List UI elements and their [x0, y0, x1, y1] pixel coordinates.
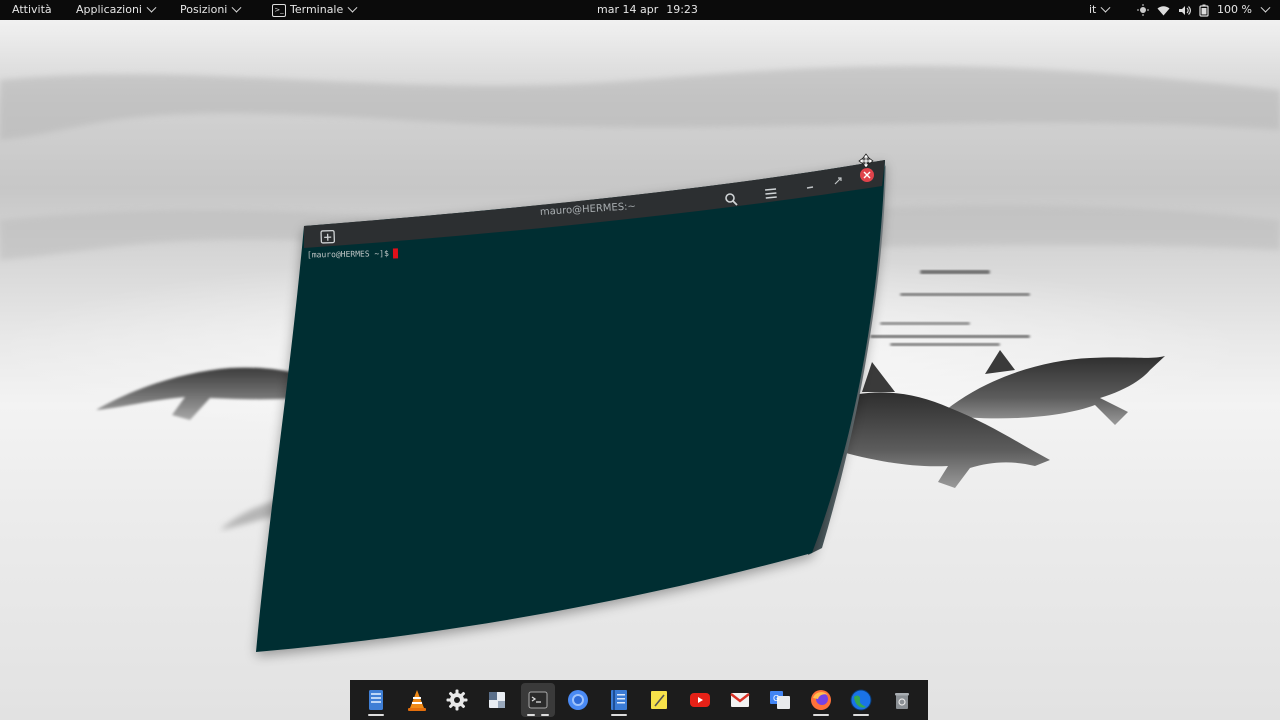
desktop-wallpaper	[0, 20, 1280, 720]
terminal-icon: >_	[272, 3, 286, 17]
applications-label: Applicazioni	[76, 3, 142, 16]
activities-label: Attività	[12, 3, 52, 16]
top-bar: Attività Applicazioni Posizioni >_ Termi…	[0, 0, 1280, 20]
dock-item-translate[interactable]: G	[763, 683, 797, 717]
running-indicator	[853, 714, 870, 716]
screenshot-icon	[489, 692, 506, 708]
dock-item-trash[interactable]	[885, 683, 919, 717]
running-indicator	[610, 714, 627, 716]
night-light-icon	[1137, 4, 1149, 16]
dock-item-chrome[interactable]	[561, 683, 595, 717]
search-button[interactable]	[719, 188, 743, 210]
system-status-menu[interactable]: 100 %	[1137, 0, 1271, 20]
trash-icon	[894, 693, 909, 709]
chevron-down-icon	[1260, 2, 1271, 13]
gear-icon	[446, 689, 468, 711]
chevron-down-icon	[231, 2, 242, 13]
dock-item-terminal[interactable]	[520, 683, 555, 717]
dock-item-vlc[interactable]	[400, 683, 434, 717]
applications-menu[interactable]: Applicazioni	[76, 0, 157, 20]
firefox-icon	[810, 690, 831, 710]
running-indicator	[540, 714, 549, 716]
keyboard-layout-menu[interactable]: it	[1089, 0, 1111, 20]
maximize-button[interactable]	[829, 172, 847, 190]
dock-item-youtube[interactable]	[683, 683, 717, 717]
earth-icon	[850, 689, 872, 711]
close-button[interactable]	[857, 165, 877, 185]
chevron-down-icon	[347, 2, 358, 13]
youtube-icon	[689, 693, 710, 707]
clock-time: 19:23	[666, 3, 698, 16]
clock[interactable]: mar 14 apr 19:23	[597, 0, 698, 20]
app-menu-label: Terminale	[290, 3, 344, 16]
running-indicator	[526, 714, 535, 716]
chevron-down-icon	[146, 2, 157, 13]
vlc-icon	[407, 690, 426, 711]
chrome-icon	[568, 690, 589, 710]
app-menu[interactable]: >_ Terminale	[272, 0, 358, 20]
dock: G	[350, 680, 928, 720]
running-indicator	[812, 714, 829, 716]
left-dolphin	[96, 367, 320, 420]
dock-item-firefox[interactable]	[804, 683, 838, 717]
battery-percentage: 100 %	[1217, 3, 1252, 16]
running-indicator	[368, 714, 385, 716]
menu-button[interactable]	[759, 184, 783, 206]
translate-icon: G	[770, 691, 791, 709]
places-menu[interactable]: Posizioni	[180, 0, 242, 20]
keyboard-layout-label: it	[1089, 3, 1097, 16]
clock-date: mar 14 apr	[597, 3, 659, 16]
activities-button[interactable]: Attività	[12, 0, 52, 20]
minimize-button[interactable]	[801, 178, 819, 196]
wifi-icon	[1157, 5, 1170, 15]
volume-icon	[1179, 5, 1191, 15]
svg-text:G: G	[773, 694, 779, 703]
dock-item-files[interactable]	[359, 683, 393, 717]
dock-item-earth[interactable]	[844, 683, 878, 717]
dock-item-screenshot[interactable]	[480, 683, 514, 717]
gmail-icon	[730, 693, 750, 707]
new-tab-button[interactable]	[316, 228, 338, 248]
places-label: Posizioni	[180, 3, 228, 16]
battery-icon	[1199, 4, 1209, 17]
dock-item-text-editor[interactable]	[602, 683, 636, 717]
notes-icon	[651, 691, 668, 709]
dock-item-notes[interactable]	[642, 683, 676, 717]
files-icon	[369, 690, 384, 710]
chevron-down-icon	[1100, 2, 1111, 13]
dolphins-wallpaper	[0, 66, 1280, 530]
right-dolphins	[835, 350, 1165, 488]
dock-item-settings[interactable]	[440, 683, 474, 717]
dock-item-gmail[interactable]	[723, 683, 757, 717]
terminal-icon	[528, 691, 548, 709]
text-editor-icon	[610, 690, 627, 710]
